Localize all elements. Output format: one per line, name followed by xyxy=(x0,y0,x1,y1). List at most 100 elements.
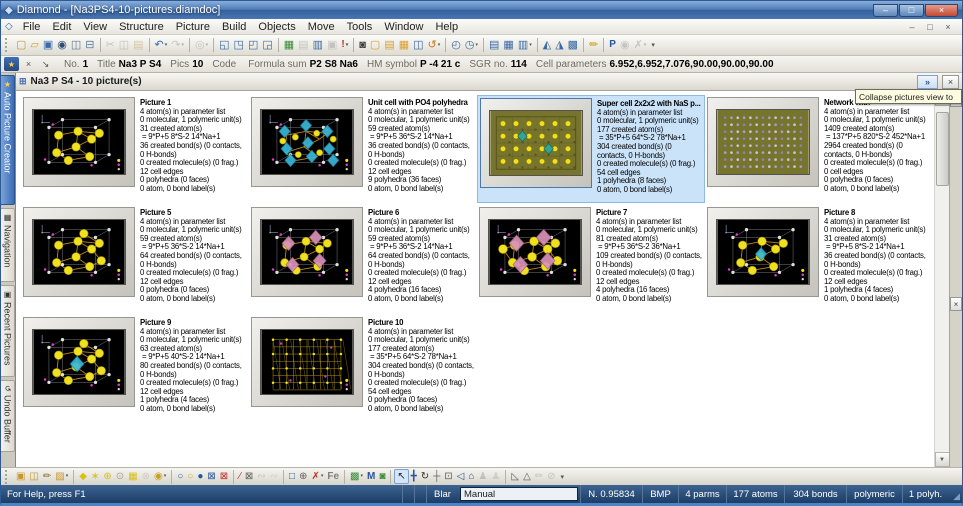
default-view-icon[interactable]: ⌂ xyxy=(466,469,476,484)
add-all-atoms-icon[interactable]: ∗ xyxy=(89,469,101,484)
tracking-mode-icon[interactable]: ◎▾ xyxy=(193,37,210,54)
apply-structure-button[interactable]: ↘ xyxy=(38,57,53,71)
sidebar-tab-recent-pictures[interactable]: ▣Recent Pictures xyxy=(1,285,15,377)
scrollbar-thumb[interactable] xyxy=(936,112,949,186)
render-photo-icon[interactable]: ◙ xyxy=(377,469,387,484)
picture-thumbnail[interactable] xyxy=(707,207,819,297)
move-mode-icon[interactable]: ╋ xyxy=(409,469,419,484)
lattice-plane-icon[interactable]: ⊕ xyxy=(297,469,309,484)
menu-tools[interactable]: Tools xyxy=(341,21,379,33)
picture-mode-icon[interactable]: ▨▾ xyxy=(53,469,70,484)
complete-fragments-icon[interactable]: ⊙ xyxy=(114,469,126,484)
pane-pictures-icon[interactable]: ▦ xyxy=(282,37,296,54)
shift-mode-icon[interactable]: ┼ xyxy=(431,469,442,484)
picture-thumbnail[interactable] xyxy=(707,97,819,187)
picture-card[interactable]: Picture 64 atom(s) in parameter list0 mo… xyxy=(249,205,477,313)
data-table-icon[interactable]: ▦ xyxy=(501,37,515,54)
duplicate-picture-icon[interactable]: ▦ xyxy=(397,37,411,54)
mdi-close-button[interactable]: × xyxy=(941,22,955,32)
reset-picture-icon[interactable]: ↺▾ xyxy=(426,37,443,54)
find-icon[interactable]: ◉ xyxy=(55,37,69,54)
pane-creator-icon[interactable]: ▤ xyxy=(296,37,310,54)
sidebar-tab-undo-buffer[interactable]: ↺Undo Buffer xyxy=(1,380,15,452)
copy-icon[interactable]: ◫ xyxy=(117,37,131,54)
toolbar-grip[interactable] xyxy=(5,470,10,484)
picture-thumbnail[interactable] xyxy=(480,98,592,188)
mdi-minimize-button[interactable]: – xyxy=(905,22,919,32)
broken-off-atoms-icon[interactable]: ○ xyxy=(185,469,195,484)
cut-icon[interactable]: ✂ xyxy=(104,37,117,54)
polyhedra-icon[interactable]: ▩▾ xyxy=(348,469,365,484)
resize-grip[interactable]: ◢ xyxy=(948,485,962,503)
picture-thumbnail[interactable] xyxy=(23,207,135,297)
new-document-icon[interactable]: ▢ xyxy=(14,37,28,54)
picture-thumbnail[interactable] xyxy=(23,97,135,187)
picture-card[interactable]: Picture 94 atom(s) in parameter list0 mo… xyxy=(21,315,249,423)
picture-card[interactable]: Picture 54 atom(s) in parameter list0 mo… xyxy=(21,205,249,313)
previous-view-icon[interactable]: ◁ xyxy=(455,469,467,484)
packing-range-icon[interactable]: ⊗ xyxy=(140,469,152,484)
print-icon[interactable]: ⊟ xyxy=(83,37,96,54)
window-distances-icon[interactable]: ◳ xyxy=(232,37,246,54)
rotate-mode-icon[interactable]: ↻ xyxy=(419,469,431,484)
menu-window[interactable]: Window xyxy=(378,21,429,33)
menu-structure[interactable]: Structure xyxy=(113,21,170,33)
diffraction-diagram-icon[interactable]: ◭ xyxy=(541,37,553,54)
menu-objects[interactable]: Objects xyxy=(252,21,301,33)
sidebar-tab-navigation[interactable]: ▦Navigation xyxy=(1,208,15,282)
picture-wizard-icon[interactable]: ✏ xyxy=(587,37,600,54)
minimize-button[interactable]: – xyxy=(873,4,898,17)
close-subpanel-icon[interactable]: × xyxy=(950,297,962,311)
element-labels-icon[interactable]: Fe xyxy=(325,469,341,484)
history-back-icon[interactable]: ◴ xyxy=(449,37,463,54)
toolbar-grip[interactable] xyxy=(5,38,10,52)
pane-navigation-icon[interactable]: ▥ xyxy=(311,37,325,54)
picture-card[interactable]: Network with4 atom(s) in parameter list0… xyxy=(705,95,933,203)
cell-edges-icon[interactable]: □ xyxy=(287,469,297,484)
maximize-button[interactable]: □ xyxy=(899,4,924,17)
h-bonds-toggle-icon[interactable]: ✗▾ xyxy=(632,37,649,54)
picture-edit-icon[interactable]: ✏ xyxy=(41,469,53,484)
picture-thumbnail[interactable] xyxy=(251,317,363,407)
mdi-restore-button[interactable]: □ xyxy=(923,22,937,32)
contacts-icon[interactable]: ∾ xyxy=(268,469,280,484)
menu-build[interactable]: Build xyxy=(216,21,252,33)
toolbar-overflow-icon[interactable]: ▾ xyxy=(561,473,565,481)
data-sheet-icon[interactable]: ▤ xyxy=(487,37,501,54)
select-mode-icon[interactable]: ↖ xyxy=(394,469,408,484)
menu-help[interactable]: Help xyxy=(429,21,464,33)
picture-card[interactable]: Picture 84 atom(s) in parameter list0 mo… xyxy=(705,205,933,313)
picture-card[interactable]: Picture 74 atom(s) in parameter list0 mo… xyxy=(477,205,705,313)
connectivity-icon[interactable]: ● xyxy=(195,469,205,484)
fill-unit-cell-icon[interactable]: ▦ xyxy=(126,469,139,484)
print-preview-icon[interactable]: ◫ xyxy=(69,37,83,54)
picture-thumbnail[interactable] xyxy=(23,317,135,407)
new-structure-picture-icon[interactable]: ◙ xyxy=(357,37,368,54)
history-forward-icon[interactable]: ◷▾ xyxy=(463,37,480,54)
menu-file[interactable]: File xyxy=(17,21,47,33)
peak-search-icon[interactable]: ◉ xyxy=(618,37,632,54)
structure-star-button[interactable]: ★ xyxy=(4,57,19,71)
window-reciprocal-icon[interactable]: ◲ xyxy=(260,37,274,54)
measure-angle-icon[interactable]: △ xyxy=(521,469,533,484)
picture-thumbnail[interactable] xyxy=(251,97,363,187)
destroy-objects-icon[interactable]: ✗▾ xyxy=(309,469,325,484)
menu-picture[interactable]: Picture xyxy=(170,21,216,33)
menu-view[interactable]: View xyxy=(77,21,113,33)
picture-card[interactable]: Picture 14 atom(s) in parameter list0 mo… xyxy=(21,95,249,203)
measure-mode-icon[interactable]: M xyxy=(365,469,377,484)
picture-thumbnail[interactable] xyxy=(251,207,363,297)
destroy-selection-icon[interactable]: ⊠ xyxy=(243,469,255,484)
reciprocal-lattice-icon[interactable]: ▩ xyxy=(566,37,580,54)
fly-mode-icon[interactable]: ♟ xyxy=(489,469,502,484)
walk-mode-icon[interactable]: ♟ xyxy=(476,469,489,484)
save-document-icon[interactable]: ▣ xyxy=(41,37,55,54)
window-structure-picture-icon[interactable]: ◱ xyxy=(217,37,231,54)
measure-plane-icon[interactable]: ⊘ xyxy=(545,469,557,484)
powder-pattern-icon[interactable]: P xyxy=(607,37,618,54)
undo-icon[interactable]: ↶▾ xyxy=(153,37,170,54)
title-bar[interactable]: ◆ Diamond - [Na3PS4-10-pictures.diamdoc]… xyxy=(1,1,962,19)
picture-window-icon[interactable]: ◫ xyxy=(411,37,425,54)
close-pictures-button[interactable]: × xyxy=(942,75,959,89)
pane-properties-icon[interactable]: ▣ xyxy=(325,37,339,54)
